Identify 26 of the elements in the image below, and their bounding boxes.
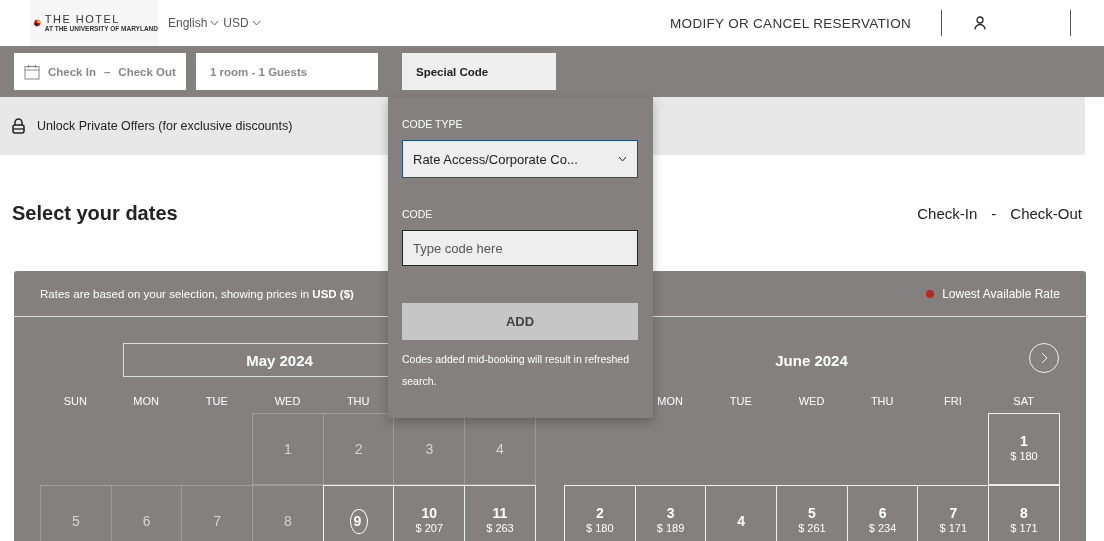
separator-text: – <box>103 65 111 78</box>
calendar-day: 1 <box>252 413 324 485</box>
weekday-label: SAT <box>1012 395 1035 407</box>
check-in-label: Check-In <box>917 204 978 222</box>
code-label: CODE <box>402 208 434 222</box>
weekday-label: MON <box>656 395 684 407</box>
weekday-label: THU <box>869 395 895 407</box>
separator-text: - <box>991 204 997 222</box>
month-title: June 2024 <box>775 351 848 369</box>
weekday-label: SUN <box>62 395 88 407</box>
weekday-label: THU <box>345 395 371 407</box>
unlock-offers-text: Unlock Private Offers (for exclusive discounts) <box>37 119 293 133</box>
weekday-label: FRI <box>943 395 963 407</box>
check-out-text: Check Out <box>118 65 176 78</box>
check-out-label: Check-Out <box>1010 204 1082 222</box>
legend-label: Lowest Available Rate <box>942 286 1060 301</box>
rates-note: Rates are based on your selection, showing prices in USD ($) <box>40 287 354 300</box>
check-in-text: Check In <box>48 65 96 78</box>
code-type-label: CODE TYPE <box>402 118 464 132</box>
weekday-label: TUE <box>204 395 229 407</box>
weekday-label: WED <box>273 395 302 407</box>
weekday-label: WED <box>797 395 826 407</box>
page-title: Select your dates <box>12 201 178 225</box>
weekday-label: TUE <box>728 395 753 407</box>
weekday-label: MON <box>132 395 160 407</box>
calendar-day: 5 <box>40 485 112 541</box>
